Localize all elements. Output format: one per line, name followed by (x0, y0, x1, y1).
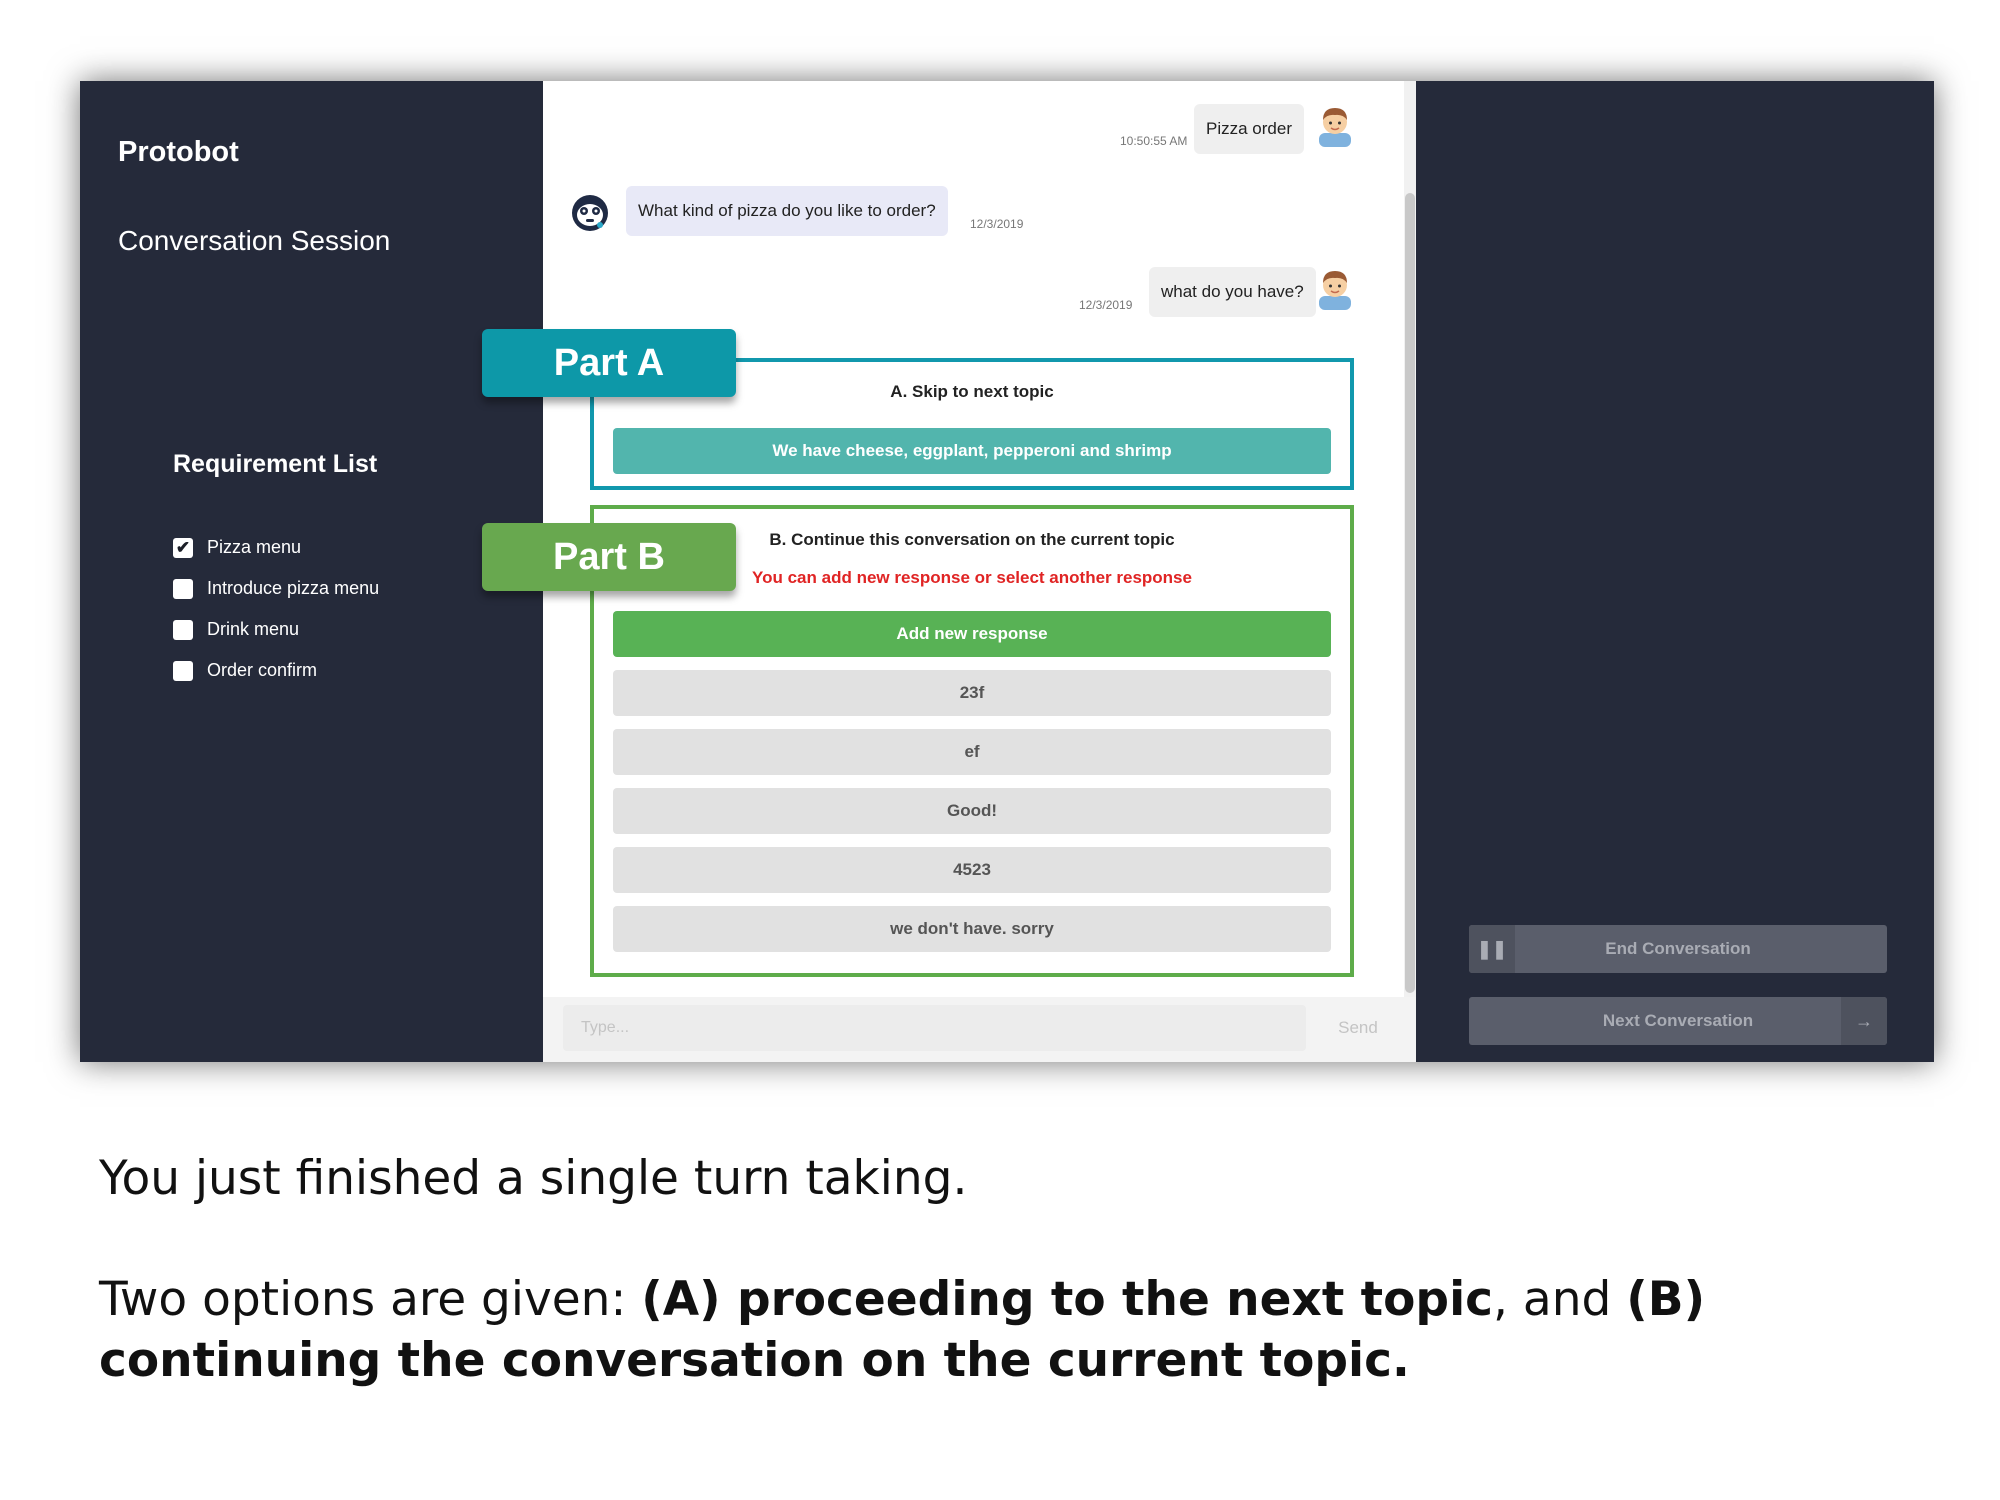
message-timestamp: 12/3/2019 (1079, 298, 1133, 312)
message-input[interactable] (563, 1005, 1306, 1051)
message-timestamp: 10:50:55 AM (1120, 134, 1188, 148)
part-b-label: Part B (482, 523, 736, 591)
bot-avatar-icon (572, 195, 608, 231)
bot-message-bubble: What kind of pizza do you like to order? (626, 186, 948, 236)
response-option[interactable]: ef (613, 729, 1331, 775)
chat-scrollbar[interactable] (1404, 81, 1416, 997)
caption: You just finished a single turn taking. … (99, 1148, 1959, 1391)
response-option[interactable]: 4523 (613, 847, 1331, 893)
requirement-item-order-confirm[interactable]: Order confirm (173, 650, 379, 691)
requirement-label: Drink menu (207, 619, 300, 639)
checkbox-unchecked-icon[interactable] (173, 619, 193, 640)
checkbox-unchecked-icon[interactable] (173, 660, 193, 681)
requirement-label: Introduce pizza menu (207, 578, 380, 598)
user-avatar-icon (1319, 108, 1351, 147)
session-title: Conversation Session (118, 225, 391, 256)
checkbox-unchecked-icon[interactable] (173, 578, 193, 599)
add-new-response-button[interactable]: Add new response (613, 611, 1331, 657)
end-conversation-button[interactable]: ❚❚ End Conversation (1469, 925, 1887, 973)
requirement-item-pizza-menu[interactable]: ✔ Pizza menu (173, 527, 379, 568)
checkbox-checked-icon[interactable]: ✔ (173, 537, 193, 558)
next-conversation-label: Next Conversation (1602, 1011, 1754, 1030)
user-avatar-icon (1319, 271, 1351, 310)
response-option[interactable]: we don't have. sorry (613, 906, 1331, 952)
message-timestamp: 12/3/2019 (970, 217, 1024, 231)
caption-connector: , and (1493, 1272, 1627, 1327)
pause-icon: ❚❚ (1469, 925, 1515, 973)
sidebar: Protobot Conversation Session Requiremen… (80, 81, 543, 1062)
arrow-right-icon: → (1841, 997, 1887, 1045)
requirement-item-introduce-pizza-menu[interactable]: Introduce pizza menu (173, 568, 379, 609)
caption-line-1: You just finished a single turn taking. (99, 1151, 968, 1206)
requirement-label: Pizza menu (207, 537, 302, 557)
response-option[interactable]: Good! (613, 788, 1331, 834)
requirement-item-drink-menu[interactable]: Drink menu (173, 609, 379, 650)
protobot-window: Protobot Conversation Session Requiremen… (80, 81, 1934, 1062)
response-option[interactable]: 23f (613, 670, 1331, 716)
requirement-label: Order confirm (207, 660, 318, 680)
caption-line-2: Two options are given: (A) proceeding to… (99, 1269, 1959, 1391)
next-conversation-button[interactable]: Next Conversation → (1469, 997, 1887, 1045)
end-conversation-label: End Conversation (1605, 939, 1751, 958)
send-button[interactable]: Send (1318, 1005, 1398, 1051)
requirement-list: ✔ Pizza menu Introduce pizza menu Drink … (173, 527, 379, 691)
part-a-label: Part A (482, 329, 736, 397)
caption-intro: Two options are given: (99, 1272, 642, 1327)
user-message-bubble: what do you have? (1149, 267, 1316, 317)
message-input-bar: Send (543, 997, 1416, 1062)
brand-title: Protobot (118, 136, 239, 168)
skip-topic-response-button[interactable]: We have cheese, eggplant, pepperoni and … (613, 428, 1331, 474)
user-message-bubble: Pizza order (1194, 104, 1304, 154)
requirement-list-title: Requirement List (173, 450, 378, 478)
caption-option-a: (A) proceeding to the next topic (641, 1272, 1494, 1327)
chat-scrollbar-thumb[interactable] (1405, 193, 1415, 993)
